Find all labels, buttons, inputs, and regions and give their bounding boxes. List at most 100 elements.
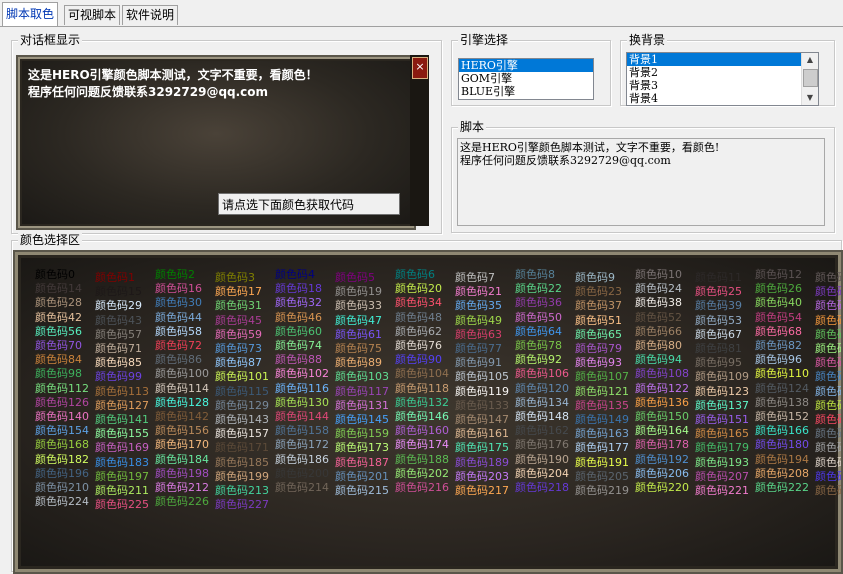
color-code-185[interactable]: 颜色码185 xyxy=(215,456,269,469)
scroll-thumb[interactable] xyxy=(803,69,818,87)
color-code-50[interactable]: 颜色码50 xyxy=(515,311,562,324)
color-code-66[interactable]: 颜色码66 xyxy=(635,325,682,338)
color-code-11[interactable]: 颜色码11 xyxy=(695,271,742,284)
color-code-46[interactable]: 颜色码46 xyxy=(275,311,322,324)
color-code-142[interactable]: 颜色码142 xyxy=(155,410,209,423)
color-code-161[interactable]: 颜色码161 xyxy=(455,427,509,440)
color-code-171[interactable]: 颜色码171 xyxy=(215,441,269,454)
color-code-114[interactable]: 颜色码114 xyxy=(155,382,209,395)
color-code-129[interactable]: 颜色码129 xyxy=(215,399,269,412)
color-code-221[interactable]: 颜色码221 xyxy=(695,484,749,497)
background-option-2[interactable]: 背景2 xyxy=(627,66,818,79)
color-code-15[interactable]: 颜色码15 xyxy=(95,285,142,298)
color-code-28[interactable]: 颜色码28 xyxy=(35,296,82,309)
color-code-169[interactable]: 颜色码169 xyxy=(95,441,149,454)
color-code-123[interactable]: 颜色码123 xyxy=(695,385,749,398)
color-code-205[interactable]: 颜色码205 xyxy=(575,470,629,483)
color-code-16[interactable]: 颜色码16 xyxy=(155,282,202,295)
color-code-113[interactable]: 颜色码113 xyxy=(95,385,149,398)
color-code-13[interactable]: 颜色码13 xyxy=(815,271,841,284)
color-code-167[interactable]: 颜色码167 xyxy=(815,427,841,440)
color-code-178[interactable]: 颜色码178 xyxy=(635,438,689,451)
color-code-154[interactable]: 颜色码154 xyxy=(35,424,89,437)
color-code-81[interactable]: 颜色码81 xyxy=(695,342,742,355)
color-code-116[interactable]: 颜色码116 xyxy=(275,382,329,395)
color-code-196[interactable]: 颜色码196 xyxy=(35,467,89,480)
tab-script-color[interactable]: 脚本取色 xyxy=(2,2,59,26)
color-code-144[interactable]: 颜色码144 xyxy=(275,410,329,423)
color-code-226[interactable]: 颜色码226 xyxy=(155,495,209,508)
color-code-57[interactable]: 颜色码57 xyxy=(95,328,142,341)
color-code-5[interactable]: 颜色码5 xyxy=(335,271,375,284)
color-code-206[interactable]: 颜色码206 xyxy=(635,467,689,480)
color-code-79[interactable]: 颜色码79 xyxy=(575,342,622,355)
color-code-188[interactable]: 颜色码188 xyxy=(395,453,449,466)
color-code-183[interactable]: 颜色码183 xyxy=(95,456,149,469)
color-code-117[interactable]: 颜色码117 xyxy=(335,385,389,398)
color-code-53[interactable]: 颜色码53 xyxy=(695,314,742,327)
color-code-119[interactable]: 颜色码119 xyxy=(455,385,509,398)
color-code-92[interactable]: 颜色码92 xyxy=(515,353,562,366)
color-code-202[interactable]: 颜色码202 xyxy=(395,467,449,480)
color-code-73[interactable]: 颜色码73 xyxy=(215,342,262,355)
color-code-164[interactable]: 颜色码164 xyxy=(635,424,689,437)
color-code-58[interactable]: 颜色码58 xyxy=(155,325,202,338)
color-code-198[interactable]: 颜色码198 xyxy=(155,467,209,480)
color-code-213[interactable]: 颜色码213 xyxy=(215,484,269,497)
color-code-112[interactable]: 颜色码112 xyxy=(35,382,89,395)
color-code-12[interactable]: 颜色码12 xyxy=(755,268,802,281)
color-code-173[interactable]: 颜色码173 xyxy=(335,441,389,454)
color-code-109[interactable]: 颜色码109 xyxy=(695,370,749,383)
color-code-31[interactable]: 颜色码31 xyxy=(215,299,262,312)
color-code-88[interactable]: 颜色码88 xyxy=(275,353,322,366)
color-code-71[interactable]: 颜色码71 xyxy=(95,342,142,355)
color-code-108[interactable]: 颜色码108 xyxy=(635,367,689,380)
color-code-227[interactable]: 颜色码227 xyxy=(215,498,269,511)
get-code-button[interactable]: 请点选下面颜色获取代码 xyxy=(218,193,400,215)
color-code-160[interactable]: 颜色码160 xyxy=(395,424,449,437)
color-code-84[interactable]: 颜色码84 xyxy=(35,353,82,366)
color-code-148[interactable]: 颜色码148 xyxy=(515,410,569,423)
color-code-59[interactable]: 颜色码59 xyxy=(215,328,262,341)
color-code-107[interactable]: 颜色码107 xyxy=(575,370,629,383)
color-code-208[interactable]: 颜色码208 xyxy=(755,467,809,480)
color-code-68[interactable]: 颜色码68 xyxy=(755,325,802,338)
color-code-75[interactable]: 颜色码75 xyxy=(335,342,382,355)
color-code-181[interactable]: 颜色码181 xyxy=(815,441,841,454)
color-code-168[interactable]: 颜色码168 xyxy=(35,438,89,451)
color-code-21[interactable]: 颜色码21 xyxy=(455,285,502,298)
color-code-134[interactable]: 颜色码134 xyxy=(515,396,569,409)
color-code-74[interactable]: 颜色码74 xyxy=(275,339,322,352)
color-code-156[interactable]: 颜色码156 xyxy=(155,424,209,437)
color-code-179[interactable]: 颜色码179 xyxy=(695,441,749,454)
color-code-182[interactable]: 颜色码182 xyxy=(35,453,89,466)
color-code-219[interactable]: 颜色码219 xyxy=(575,484,629,497)
color-code-111[interactable]: 颜色码111 xyxy=(815,370,841,383)
color-code-14[interactable]: 颜色码14 xyxy=(35,282,82,295)
color-code-146[interactable]: 颜色码146 xyxy=(395,410,449,423)
color-code-132[interactable]: 颜色码132 xyxy=(395,396,449,409)
color-code-215[interactable]: 颜色码215 xyxy=(335,484,389,497)
color-code-189[interactable]: 颜色码189 xyxy=(455,456,509,469)
engine-option-gom[interactable]: GOM引擎 xyxy=(459,72,593,85)
color-code-37[interactable]: 颜色码37 xyxy=(575,299,622,312)
color-code-153[interactable]: 颜色码153 xyxy=(815,413,841,426)
color-code-211[interactable]: 颜色码211 xyxy=(95,484,149,497)
color-code-48[interactable]: 颜色码48 xyxy=(395,311,442,324)
color-code-122[interactable]: 颜色码122 xyxy=(635,382,689,395)
color-code-212[interactable]: 颜色码212 xyxy=(155,481,209,494)
color-code-224[interactable]: 颜色码224 xyxy=(35,495,89,508)
color-code-98[interactable]: 颜色码98 xyxy=(35,367,82,380)
color-code-41[interactable]: 颜色码41 xyxy=(815,299,841,312)
color-code-63[interactable]: 颜色码63 xyxy=(455,328,502,341)
color-code-159[interactable]: 颜色码159 xyxy=(335,427,389,440)
color-code-85[interactable]: 颜色码85 xyxy=(95,356,142,369)
color-code-96[interactable]: 颜色码96 xyxy=(755,353,802,366)
color-code-180[interactable]: 颜色码180 xyxy=(755,438,809,451)
color-code-197[interactable]: 颜色码197 xyxy=(95,470,149,483)
color-code-38[interactable]: 颜色码38 xyxy=(635,296,682,309)
color-code-77[interactable]: 颜色码77 xyxy=(455,342,502,355)
color-code-220[interactable]: 颜色码220 xyxy=(635,481,689,494)
color-code-80[interactable]: 颜色码80 xyxy=(635,339,682,352)
color-code-201[interactable]: 颜色码201 xyxy=(335,470,389,483)
